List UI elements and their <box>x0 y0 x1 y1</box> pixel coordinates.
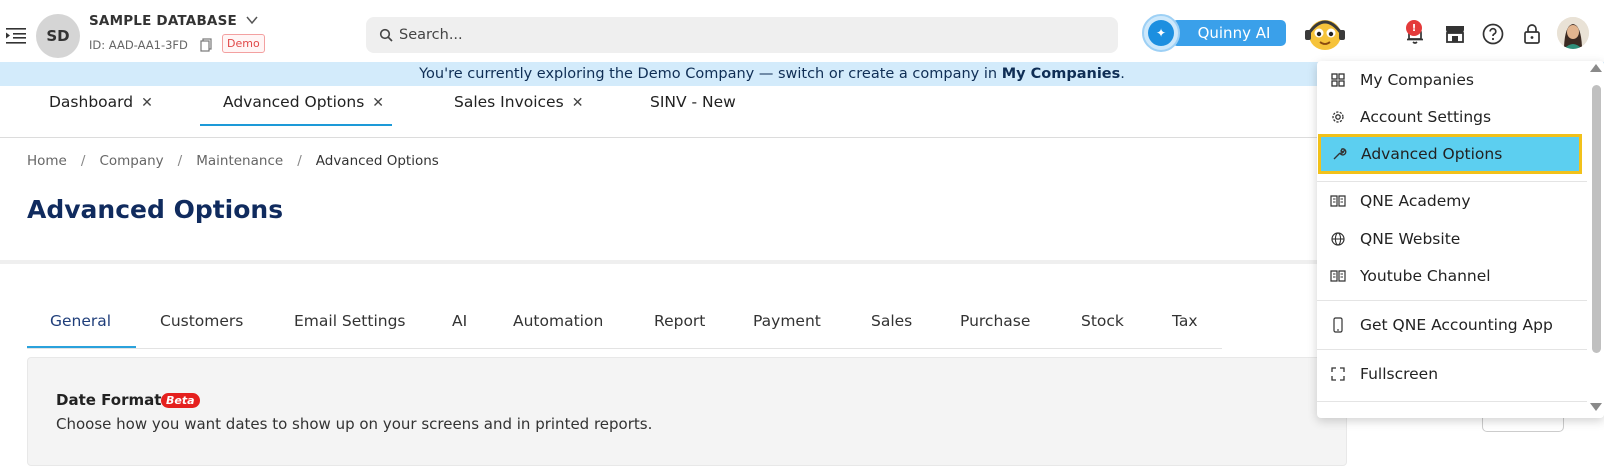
quinny-ai-label: Quinny AI <box>1172 20 1286 46</box>
menu-item-advanced-options[interactable]: Advanced Options <box>1318 134 1582 174</box>
chevron-down-icon[interactable] <box>245 13 259 27</box>
tab-stock[interactable]: Stock <box>1081 312 1124 330</box>
top-bar: SD SAMPLE DATABASE ID: AAD-AA1-3FD Demo … <box>0 0 1604 62</box>
globe-icon <box>1331 232 1345 246</box>
tab-ai[interactable]: AI <box>452 312 467 330</box>
book-icon <box>1330 270 1346 282</box>
tab-label: SINV - New <box>650 93 736 111</box>
menu-item-my-companies[interactable]: My Companies <box>1317 61 1587 99</box>
document-tabs: Dashboard ✕ Advanced Options ✕ Sales Invoi… <box>0 86 1320 138</box>
tab-general[interactable]: General <box>50 312 111 330</box>
tab-label: Dashboard <box>49 93 134 111</box>
date-format-panel: Date Format Beta Choose how you want dat… <box>27 357 1347 466</box>
breadcrumb-maintenance[interactable]: Maintenance <box>196 153 283 169</box>
tab-email-settings[interactable]: Email Settings <box>294 312 406 330</box>
scroll-down-arrow-icon[interactable] <box>1590 403 1602 411</box>
breadcrumb-separator: / <box>297 153 302 169</box>
breadcrumb: Home / Company / Maintenance / Advanced Option… <box>27 153 439 169</box>
tab-label: Sales Invoices <box>454 93 564 111</box>
active-tab-indicator <box>27 346 136 348</box>
tab-customers[interactable]: Customers <box>160 312 243 330</box>
tab-sales-invoices[interactable]: Sales Invoices ✕ <box>454 86 594 126</box>
company-avatar[interactable]: SD <box>36 14 80 58</box>
support-mascot-icon[interactable] <box>1303 13 1347 53</box>
menu-item-label: Advanced Options <box>1361 145 1503 163</box>
menu-item-account-settings[interactable]: Account Settings <box>1317 98 1587 136</box>
gear-icon <box>1332 111 1344 123</box>
breadcrumb-company[interactable]: Company <box>99 153 163 169</box>
settings-tabs: General Customers Email Settings AI Auto… <box>27 303 1222 349</box>
date-format-title: Date Format <box>56 391 162 409</box>
database-name[interactable]: SAMPLE DATABASE <box>89 13 237 29</box>
menu-item-qne-academy[interactable]: QNE Academy <box>1317 182 1587 220</box>
breadcrumb-home[interactable]: Home <box>27 153 67 169</box>
breadcrumb-separator: / <box>177 153 183 169</box>
menu-separator <box>1317 401 1587 402</box>
banner-suffix: . <box>1120 66 1125 82</box>
fullscreen-icon <box>1331 367 1345 381</box>
tab-sinv-new[interactable]: SINV - New <box>650 86 760 126</box>
menu-item-label: Youtube Channel <box>1360 267 1491 285</box>
user-portrait-icon <box>1557 17 1589 49</box>
breadcrumb-current: Advanced Options <box>315 153 439 169</box>
tab-dashboard[interactable]: Dashboard ✕ <box>49 86 169 126</box>
tab-label: Advanced Options <box>223 93 365 111</box>
tab-payment[interactable]: Payment <box>753 312 821 330</box>
tab-report[interactable]: Report <box>654 312 705 330</box>
banner-text: You're currently exploring the Demo Comp… <box>419 66 1002 82</box>
tab-tax[interactable]: Tax <box>1172 312 1198 330</box>
breadcrumb-separator: / <box>80 153 86 169</box>
scroll-up-arrow-icon[interactable] <box>1590 64 1602 72</box>
demo-badge: Demo <box>222 34 265 53</box>
user-menu-dropdown: My Companies Account Settings Advanced O… <box>1317 61 1604 418</box>
close-icon[interactable]: ✕ <box>141 95 153 111</box>
menu-item-label: Fullscreen <box>1360 365 1439 383</box>
copy-icon[interactable] <box>200 38 212 52</box>
tab-advanced-options[interactable]: Advanced Options ✕ <box>200 86 392 126</box>
help-icon[interactable] <box>1481 22 1505 46</box>
menu-item-fullscreen[interactable]: Fullscreen <box>1317 355 1587 393</box>
menu-scrollbar-thumb[interactable] <box>1592 85 1601 353</box>
menu-item-qne-website[interactable]: QNE Website <box>1317 220 1587 258</box>
close-icon[interactable]: ✕ <box>372 95 384 111</box>
notification-badge: ! <box>1406 20 1422 36</box>
tab-purchase[interactable]: Purchase <box>960 312 1030 330</box>
store-icon[interactable] <box>1443 22 1467 46</box>
database-id: ID: AAD-AA1-3FD <box>89 38 188 52</box>
menu-toggle-icon[interactable] <box>5 24 27 46</box>
close-icon[interactable]: ✕ <box>572 95 584 111</box>
menu-item-youtube-channel[interactable]: Youtube Channel <box>1317 257 1587 295</box>
grid-icon <box>1331 73 1345 87</box>
search-bar <box>366 17 1118 53</box>
search-icon <box>379 28 393 42</box>
quinny-logo-icon: ✦ <box>1142 14 1180 52</box>
tab-sales[interactable]: Sales <box>871 312 912 330</box>
menu-item-label: Account Settings <box>1360 108 1492 126</box>
search-input[interactable] <box>399 17 1099 53</box>
menu-item-label: My Companies <box>1360 71 1474 89</box>
menu-item-label: QNE Website <box>1360 230 1461 248</box>
divider <box>0 260 1320 264</box>
tab-automation[interactable]: Automation <box>513 312 603 330</box>
menu-separator <box>1317 349 1587 350</box>
beta-badge: Beta <box>161 393 200 408</box>
wrench-icon <box>1333 148 1347 160</box>
user-avatar[interactable] <box>1557 17 1589 49</box>
menu-separator <box>1317 300 1587 301</box>
page-title: Advanced Options <box>27 195 284 224</box>
lock-icon[interactable] <box>1520 22 1544 46</box>
banner-my-companies-link[interactable]: My Companies <box>1002 66 1121 82</box>
mobile-icon <box>1333 317 1343 333</box>
menu-item-label: QNE Academy <box>1360 192 1471 210</box>
menu-item-label: Get QNE Accounting App <box>1360 316 1553 334</box>
book-icon <box>1330 195 1346 207</box>
menu-item-get-app[interactable]: Get QNE Accounting App <box>1317 306 1587 344</box>
quinny-ai-button[interactable]: Quinny AI ✦ <box>1142 14 1286 52</box>
date-format-description: Choose how you want dates to show up on … <box>56 415 653 433</box>
